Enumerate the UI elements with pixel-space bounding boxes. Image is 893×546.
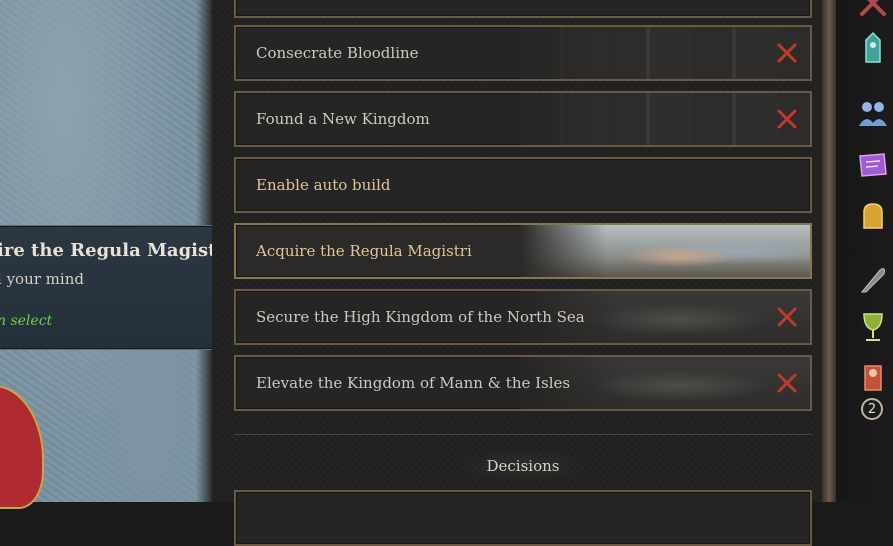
decision-label: Found a New Kingdom xyxy=(256,110,430,128)
tooltip-click-hint: n select xyxy=(0,313,53,329)
decision-secure-high-kingdom-north-sea[interactable]: Secure the High Kingdom of the North Sea xyxy=(234,289,812,345)
right-sidebar xyxy=(836,0,893,502)
panel-scroll-rail[interactable] xyxy=(822,0,836,502)
decision-consecrate-bloodline[interactable]: Consecrate Bloodline xyxy=(234,25,812,81)
quill-icon[interactable] xyxy=(856,262,890,296)
scroll-icon[interactable] xyxy=(856,148,890,182)
unavailable-x-icon xyxy=(777,43,797,63)
decision-row-clipped-bottom[interactable] xyxy=(234,490,812,546)
section-divider xyxy=(234,434,812,435)
decision-enable-auto-build[interactable]: Enable auto build xyxy=(234,157,812,213)
decision-label: Enable auto build xyxy=(256,176,391,194)
notification-count-badge: 2 xyxy=(861,398,883,420)
decision-illustration xyxy=(520,93,810,145)
tooltip-title: ire the Regula Magistri xyxy=(0,240,233,261)
decision-label: Secure the High Kingdom of the North Sea xyxy=(256,308,585,326)
tooltip-description: l your mind xyxy=(0,270,84,288)
decision-illustration xyxy=(520,225,810,277)
decision-elevate-kingdom-mann-isles[interactable]: Elevate the Kingdom of Mann & the Isles xyxy=(234,355,812,411)
goblet-icon[interactable] xyxy=(856,310,890,344)
crossed-swords-icon[interactable] xyxy=(856,0,890,20)
section-title-decisions: Decisions xyxy=(462,450,584,482)
fist-icon[interactable] xyxy=(856,198,890,232)
council-icon[interactable] xyxy=(856,96,890,130)
decision-tooltip: ire the Regula Magistri l your mind n se… xyxy=(0,225,233,350)
unavailable-x-icon xyxy=(777,373,797,393)
unavailable-x-icon xyxy=(777,109,797,129)
tower-icon[interactable] xyxy=(856,30,890,64)
decision-illustration xyxy=(520,27,810,79)
decision-acquire-regula-magistri[interactable]: Acquire the Regula Magistri xyxy=(234,223,812,279)
decision-label: Consecrate Bloodline xyxy=(256,44,419,62)
character-icon[interactable] xyxy=(856,360,890,394)
decision-row-clipped[interactable] xyxy=(234,0,812,18)
decision-label: Acquire the Regula Magistri xyxy=(256,242,472,260)
map-territory[interactable] xyxy=(0,385,44,509)
unavailable-x-icon xyxy=(777,307,797,327)
decision-label: Elevate the Kingdom of Mann & the Isles xyxy=(256,374,571,392)
decision-found-new-kingdom[interactable]: Found a New Kingdom xyxy=(234,91,812,147)
